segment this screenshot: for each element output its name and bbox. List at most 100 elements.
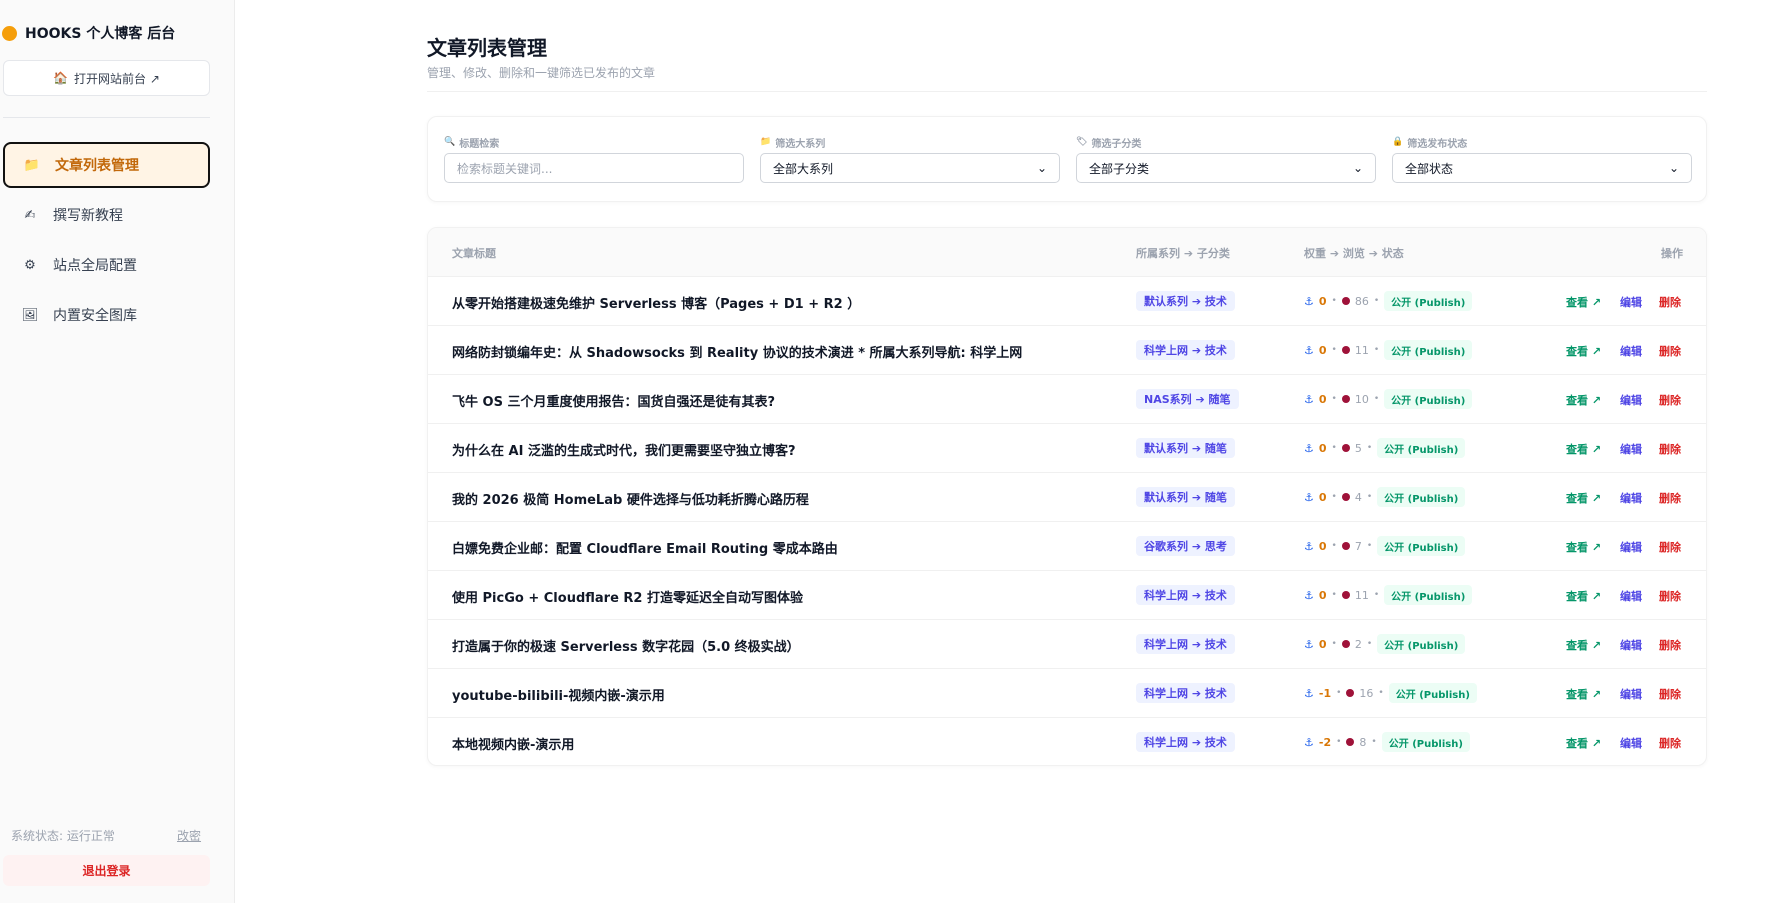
gear-icon: ⚙ <box>24 257 36 273</box>
category-badge: 科学上网 ➔ 技术 <box>1136 634 1235 654</box>
brand: HOOKS 个人博客 后台 <box>2 22 175 44</box>
category-badge: 默认系列 ➔ 随笔 <box>1136 487 1235 507</box>
sidebar: HOOKS 个人博客 后台 🏠 打开网站前台 ↗ 📁 文章列表管理 ✍ 撰写新教… <box>0 0 235 903</box>
status-badge: 公开 (Publish) <box>1384 585 1473 605</box>
edit-link[interactable]: 编辑 <box>1620 294 1642 310</box>
post-title: 网络防封锁编年史：从 Shadowsocks 到 Reality 协议的技术演进… <box>452 346 1023 361</box>
post-title: 飞牛 OS 三个月重度使用报告：国货自强还是徒有其表? <box>452 395 776 410</box>
post-stats: ⚓ 0 • 4 • 公开 (Publish) <box>1304 487 1466 507</box>
separator-dot: • <box>1371 737 1377 747</box>
status-badge: 公开 (Publish) <box>1377 536 1466 556</box>
delete-link[interactable]: 删除 <box>1659 588 1681 604</box>
edit-link[interactable]: 编辑 <box>1620 539 1642 555</box>
weight-value: 0 <box>1318 588 1327 602</box>
separator-dot: • <box>1378 688 1384 698</box>
view-link[interactable]: 查看 ↗ <box>1566 294 1601 310</box>
view-link[interactable]: 查看 ↗ <box>1566 392 1601 408</box>
view-link[interactable]: 查看 ↗ <box>1566 490 1601 506</box>
view-link[interactable]: 查看 ↗ <box>1566 588 1601 604</box>
delete-link[interactable]: 删除 <box>1659 441 1681 457</box>
sidebar-item-gallery[interactable]: 🖼 内置安全图库 <box>3 292 210 338</box>
subcategory-select[interactable]: 全部子分类 ⌄ <box>1076 153 1376 183</box>
series-select[interactable]: 全部大系列 ⌄ <box>760 153 1060 183</box>
post-stats: ⚓ 0 • 10 • 公开 (Publish) <box>1304 389 1473 409</box>
table-row: 网络防封锁编年史：从 Shadowsocks 到 Reality 协议的技术演进… <box>428 326 1706 375</box>
anchor-icon: ⚓ <box>1304 343 1314 357</box>
category-badge: 科学上网 ➔ 技术 <box>1136 340 1235 360</box>
change-password-link[interactable]: 改密 <box>177 827 201 844</box>
category-badge: NAS系列 ➔ 随笔 <box>1136 389 1239 409</box>
delete-link[interactable]: 删除 <box>1659 686 1681 702</box>
weight-value: 0 <box>1318 441 1327 455</box>
delete-link[interactable]: 删除 <box>1659 735 1681 751</box>
table-row: 使用 PicGo + Cloudflare R2 打造零延迟全自动写图体验 科学上… <box>428 571 1706 620</box>
filter-panel: 🔍 标题检索 检索标题关键词... 📁 筛选大系列 全部大系列 ⌄ 🏷 筛选子分… <box>427 116 1707 202</box>
sidebar-item-posts[interactable]: 📁 文章列表管理 <box>3 142 210 188</box>
view-link[interactable]: 查看 ↗ <box>1566 441 1601 457</box>
view-link[interactable]: 查看 ↗ <box>1566 637 1601 653</box>
open-site-button[interactable]: 🏠 打开网站前台 ↗ <box>3 60 210 96</box>
anchor-icon: ⚓ <box>1304 539 1314 553</box>
edit-link[interactable]: 编辑 <box>1620 343 1642 359</box>
eye-icon <box>1346 738 1355 746</box>
delete-link[interactable]: 删除 <box>1659 294 1681 310</box>
edit-link[interactable]: 编辑 <box>1620 441 1642 457</box>
delete-link[interactable]: 删除 <box>1659 490 1681 506</box>
edit-link[interactable]: 编辑 <box>1620 490 1642 506</box>
delete-link[interactable]: 删除 <box>1659 637 1681 653</box>
filter-subcategory-label: 🏷 筛选子分类 <box>1076 135 1376 150</box>
delete-link[interactable]: 删除 <box>1659 392 1681 408</box>
edit-link[interactable]: 编辑 <box>1620 588 1642 604</box>
status-badge: 公开 (Publish) <box>1384 340 1473 360</box>
filter-search-label-text: 标题检索 <box>459 138 500 150</box>
status-badge: 公开 (Publish) <box>1384 389 1473 409</box>
filter-search: 🔍 标题检索 检索标题关键词... <box>444 135 744 183</box>
separator-dot: • <box>1331 345 1337 355</box>
status-badge: 公开 (Publish) <box>1388 683 1477 703</box>
filter-series: 📁 筛选大系列 全部大系列 ⌄ <box>760 135 1060 183</box>
edit-link[interactable]: 编辑 <box>1620 686 1642 702</box>
views-value: 86 <box>1354 294 1369 308</box>
header-divider <box>427 91 1707 92</box>
view-link[interactable]: 查看 ↗ <box>1566 343 1601 359</box>
filter-series-label-text: 筛选大系列 <box>775 138 826 150</box>
folder-icon: 📁 <box>23 157 41 173</box>
sidebar-item-settings[interactable]: ⚙ 站点全局配置 <box>3 242 210 288</box>
table-row: 从零开始搭建极速免维护 Serverless 博客（Pages + D1 + R… <box>428 277 1706 326</box>
views-value: 16 <box>1359 686 1374 700</box>
lock-icon: 🔒 <box>1392 137 1404 147</box>
category-badge: 科学上网 ➔ 技术 <box>1136 683 1235 703</box>
logout-button[interactable]: 退出登录 <box>3 855 210 886</box>
separator-dot: • <box>1373 345 1380 355</box>
view-link[interactable]: 查看 ↗ <box>1566 735 1601 751</box>
table-header: 文章标题 所属系列 ➔ 子分类 权重 ➔ 浏览 ➔ 状态 操作 <box>428 228 1706 277</box>
post-stats: ⚓ 0 • 86 • 公开 (Publish) <box>1304 291 1473 311</box>
view-link[interactable]: 查看 ↗ <box>1566 686 1601 702</box>
header-title: 文章标题 <box>452 247 496 260</box>
status-badge: 公开 (Publish) <box>1377 438 1466 458</box>
post-title: 打造属于你的极速 Serverless 数字花园（5.0 终极实战） <box>452 640 800 655</box>
delete-link[interactable]: 删除 <box>1659 539 1681 555</box>
post-title: 白嫖免费企业邮：配置 Cloudflare Email Routing 零成本路… <box>452 542 838 557</box>
sidebar-item-write[interactable]: ✍ 撰写新教程 <box>3 192 210 238</box>
brand-logo-icon <box>2 25 17 41</box>
status-select[interactable]: 全部状态 ⌄ <box>1392 153 1692 183</box>
sidebar-item-label: 站点全局配置 <box>53 258 137 274</box>
search-input[interactable]: 检索标题关键词... <box>444 153 744 183</box>
post-stats: ⚓ 0 • 5 • 公开 (Publish) <box>1304 438 1466 458</box>
system-status: 系统状态: 运行正常 <box>11 829 115 843</box>
post-stats: ⚓ 0 • 11 • 公开 (Publish) <box>1304 585 1473 605</box>
separator-dot: • <box>1366 492 1373 502</box>
edit-link[interactable]: 编辑 <box>1620 392 1642 408</box>
category-badge: 默认系列 ➔ 技术 <box>1136 291 1235 311</box>
separator-dot: • <box>1366 443 1373 453</box>
edit-link[interactable]: 编辑 <box>1620 735 1642 751</box>
post-title: 我的 2026 极简 HomeLab 硬件选择与低功耗折腾心路历程 <box>452 493 809 508</box>
post-stats: ⚓ -2 • 8 • 公开 (Publish) <box>1304 732 1470 752</box>
edit-link[interactable]: 编辑 <box>1620 637 1642 653</box>
view-link[interactable]: 查看 ↗ <box>1566 539 1601 555</box>
anchor-icon: ⚓ <box>1304 392 1314 406</box>
chevron-down-icon: ⌄ <box>1036 161 1047 175</box>
table-row: 本地视频内嵌-演示用 科学上网 ➔ 技术 ⚓ -2 • 8 • 公开 (Publish) 查看 … <box>428 718 1706 765</box>
delete-link[interactable]: 删除 <box>1659 343 1681 359</box>
